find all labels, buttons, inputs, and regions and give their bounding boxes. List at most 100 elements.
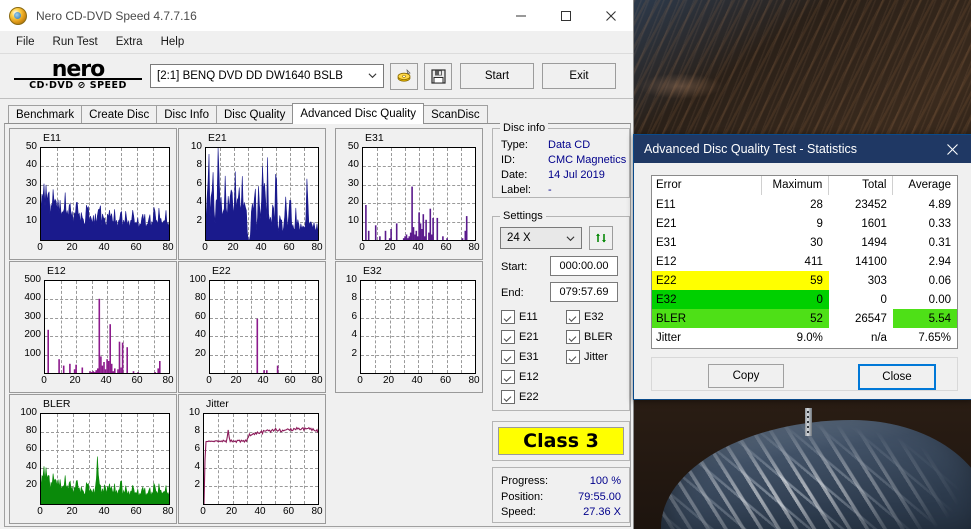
statistics-table: Error Maximum Total Average E11 28 23452 4.… <box>652 176 957 347</box>
logo-line-1: nero <box>51 57 106 82</box>
y-tick-label: 100 <box>24 347 41 359</box>
drive-select[interactable]: [2:1] BENQ DVD DD DW1640 BSLB <box>150 64 384 88</box>
statistics-row: E31 30 1494 0.31 <box>652 233 957 252</box>
tab-disc-quality[interactable]: Disc Quality <box>216 105 294 124</box>
statistics-row: Jitter 9.0% n/a 7.65% <box>652 328 957 347</box>
x-tick-label: 0 <box>202 242 208 253</box>
checkbox-e11-label: E11 <box>519 311 538 323</box>
close-button[interactable] <box>588 0 633 31</box>
statistics-close-button[interactable] <box>932 135 971 163</box>
close-button[interactable]: Close <box>858 364 936 390</box>
x-tick-label: 0 <box>200 506 206 517</box>
graph-panel-jitter: Jitter 2 4 6 8 10 0 20 40 60 80 <box>178 394 326 524</box>
title-bar: Nero CD-DVD Speed 4.7.7.16 <box>0 0 633 31</box>
checkbox-e31[interactable]: E31 <box>501 350 539 364</box>
start-time-input[interactable]: 000:00.00 <box>550 256 618 276</box>
checkbox-e21-label: E21 <box>519 331 539 343</box>
graph-panel-e21: E21 2 4 6 8 10 0 20 40 60 80 <box>178 128 326 260</box>
end-time-input[interactable]: 079:57.69 <box>550 282 618 302</box>
x-tick-label: 80 <box>468 375 480 386</box>
disc-date-label: Date: <box>501 169 528 181</box>
x-tick-label: 40 <box>412 242 424 253</box>
tab-create-disc[interactable]: Create Disc <box>81 105 158 124</box>
tab-advanced-disc-quality[interactable]: Advanced Disc Quality <box>292 103 425 124</box>
checkbox-e32[interactable]: E32 <box>566 310 604 324</box>
graph-title-e32: E32 <box>363 265 382 277</box>
stat-error: E11 <box>656 198 676 211</box>
floppy-save-icon <box>430 68 446 84</box>
graph-title-e12: E12 <box>47 265 66 277</box>
x-tick-label: 80 <box>162 375 174 386</box>
x-tick-label: 80 <box>311 375 323 386</box>
logo-line-2: CD·DVD ⊘ SPEED <box>14 78 142 91</box>
end-time-label: End: <box>501 287 524 299</box>
minimize-button[interactable] <box>498 0 543 31</box>
graph-panel-e11: E11 10 20 30 40 50 0 20 40 60 80 <box>9 128 177 260</box>
disc-label-value: - <box>548 184 552 196</box>
checkbox-jitter[interactable]: Jitter <box>566 350 608 364</box>
checkbox-bler[interactable]: BLER <box>566 330 613 344</box>
checkbox-jitter-label: Jitter <box>584 351 608 363</box>
exit-button[interactable]: Exit <box>542 63 616 89</box>
disc-date-value: 14 Jul 2019 <box>548 169 605 181</box>
speed-select[interactable]: 24 X <box>500 227 582 249</box>
checkbox-e21[interactable]: E21 <box>501 330 539 344</box>
tab-benchmark[interactable]: Benchmark <box>8 105 83 124</box>
drive-select-value: [2:1] BENQ DVD DD DW1640 BSLB <box>157 70 343 82</box>
x-tick-label: 20 <box>230 375 242 386</box>
series-e21 <box>206 148 318 240</box>
maximize-button[interactable] <box>543 0 588 31</box>
statistics-title: Advanced Disc Quality Test - Statistics <box>644 142 858 156</box>
menu-extra[interactable]: Extra <box>108 33 151 51</box>
refresh-button[interactable] <box>589 226 613 250</box>
menu-help[interactable]: Help <box>153 33 193 51</box>
window-title: Nero CD-DVD Speed 4.7.7.16 <box>36 8 197 23</box>
stat-total: 14100 <box>854 255 887 268</box>
eject-disc-icon <box>397 69 411 82</box>
tab-scandisc[interactable]: ScanDisc <box>423 105 488 124</box>
x-tick-label: 80 <box>468 242 480 253</box>
y-tick-label: 80 <box>194 292 206 304</box>
graph-title-e22: E22 <box>212 265 231 277</box>
y-tick-label: 10 <box>347 214 359 226</box>
graph-title-e31: E31 <box>365 132 384 144</box>
check-icon <box>501 370 515 384</box>
class-badge: Class 3 <box>498 427 624 455</box>
eject-disc-button[interactable] <box>390 62 418 90</box>
y-tick-label: 10 <box>188 407 200 418</box>
tab-disc-info[interactable]: Disc Info <box>156 105 217 124</box>
checkbox-e22[interactable]: E22 <box>501 390 539 404</box>
check-icon <box>501 310 515 324</box>
menu-file[interactable]: File <box>8 33 43 51</box>
statistics-header-row: Error Maximum Total Average <box>652 176 957 195</box>
disc-type-value: Data CD <box>548 139 591 151</box>
x-tick-label: 40 <box>100 375 112 386</box>
check-icon <box>501 330 515 344</box>
graph-panel-e32: E32 2 4 6 8 10 0 20 40 60 80 <box>335 261 483 393</box>
y-tick-label: 10 <box>190 141 202 152</box>
disc-info-caption: Disc info <box>500 122 549 134</box>
menu-run-test[interactable]: Run Test <box>45 33 106 51</box>
save-results-button[interactable] <box>424 62 452 90</box>
y-tick-label: 40 <box>25 461 37 472</box>
stat-average: 0.06 <box>928 274 951 287</box>
stat-total: 23452 <box>854 198 887 211</box>
close-icon <box>946 143 958 155</box>
statistics-button-bar: Copy Close <box>651 357 958 391</box>
y-tick-label: 80 <box>25 425 37 436</box>
series-e12 <box>47 298 161 373</box>
stat-average: 2.94 <box>928 255 951 268</box>
plot-area-bler <box>40 413 170 505</box>
y-tick-label: 6 <box>196 177 202 189</box>
copy-button[interactable]: Copy <box>708 364 784 388</box>
checkbox-e12[interactable]: E12 <box>501 370 539 384</box>
y-tick-label: 20 <box>194 347 206 359</box>
checkbox-e11[interactable]: E11 <box>501 310 538 324</box>
start-button[interactable]: Start <box>460 63 534 89</box>
statistics-row: E32 0 0 0.00 <box>652 290 957 309</box>
y-tick-label: 10 <box>345 274 357 285</box>
speed-value: 27.36 X <box>583 506 621 518</box>
stat-maximum: 9 <box>816 217 823 230</box>
checkbox-bler-label: BLER <box>584 331 613 343</box>
y-tick-label: 2 <box>351 347 357 359</box>
